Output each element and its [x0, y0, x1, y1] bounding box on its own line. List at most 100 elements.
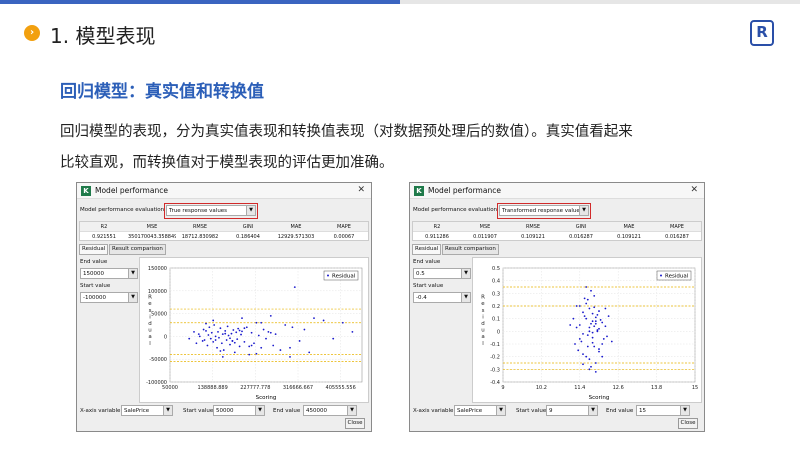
scatter-point	[341, 321, 344, 324]
bottom-start-text: 50000	[216, 408, 234, 414]
tab-residual[interactable]: Residual	[79, 244, 109, 255]
bottom-end-label: End value	[606, 408, 634, 414]
chevron-down-icon: ▼	[128, 293, 137, 302]
scatter-point	[591, 341, 594, 344]
bottom-start-combo[interactable]: 9 ▼	[546, 405, 598, 416]
scatter-point	[245, 326, 248, 329]
chevron-down-icon: ▼	[588, 406, 597, 415]
scatter-point	[255, 321, 258, 324]
x-axis-variable-combo[interactable]: SalePrice ▼	[454, 405, 506, 416]
x-tick-label: 9	[501, 385, 504, 391]
y-axis-label-letter: e	[481, 301, 485, 307]
y-axis-label-letter: R	[148, 295, 152, 301]
x-axis-variable-combo[interactable]: SalePrice ▼	[121, 405, 173, 416]
residual-plot: 0.5 0.4 0.3 0.2 0.1 0 -0.1 -0.2 -0.3 -0.4 9 10.2 11…	[472, 257, 702, 403]
end-value-combo[interactable]: 0.5 ▼	[413, 268, 471, 279]
metric-value: 0.011907	[473, 234, 497, 240]
scatter-point	[588, 358, 591, 361]
tab-result-comparison[interactable]: Result comparison	[109, 244, 166, 255]
scatter-point	[582, 332, 584, 335]
chevron-down-icon: ▼	[347, 406, 356, 415]
scatter-point	[209, 337, 212, 340]
y-tick-label: 150000	[148, 266, 167, 272]
residual-scatter-chart: 0.5 0.4 0.3 0.2 0.1 0 -0.1 -0.2 -0.3 -0.4 9 10.2 11…	[481, 266, 698, 401]
y-axis-label-letter: u	[148, 328, 152, 334]
scatter-point	[610, 340, 613, 343]
x-tick-label: 15	[692, 385, 698, 391]
scatter-point	[289, 346, 291, 349]
chevron-down-icon: ▼	[163, 406, 172, 415]
bottom-end-label: End value	[273, 408, 301, 414]
close-icon[interactable]: ✕	[690, 185, 698, 195]
scatter-point	[212, 319, 215, 322]
scatter-point	[569, 324, 572, 326]
scatter-point	[222, 349, 225, 351]
scatter-point	[606, 335, 608, 338]
end-value-combo[interactable]: 150000 ▼	[80, 268, 138, 279]
scatter-point	[284, 324, 287, 326]
y-axis-label-letter: i	[482, 314, 484, 320]
scatter-point	[241, 317, 243, 320]
scatter-point	[590, 365, 592, 368]
chevron-down-icon: ▼	[680, 406, 689, 415]
scatter-point	[594, 320, 597, 323]
start-value-combo[interactable]: -100000 ▼	[80, 292, 138, 303]
scatter-point	[188, 337, 191, 340]
x-tick-label: 138888.889	[198, 385, 228, 391]
y-axis-label-letter: s	[149, 308, 152, 314]
tab-result-comparison[interactable]: Result comparison	[442, 244, 499, 255]
x-axis-variable-text: SalePrice	[457, 408, 483, 414]
end-value-label: End value	[413, 259, 441, 265]
window-titlebar: K Model performance ✕	[77, 183, 371, 199]
metric-header: R2	[100, 224, 108, 230]
chevron-down-icon: ▼	[461, 269, 470, 278]
close-button[interactable]: Close	[678, 418, 698, 429]
scatter-point	[582, 311, 584, 314]
bottom-end-text: 15	[639, 408, 646, 414]
app-icon: K	[414, 186, 424, 196]
scatter-point	[586, 298, 589, 301]
tab-residual[interactable]: Residual	[412, 244, 442, 255]
bottom-end-combo[interactable]: 450000 ▼	[303, 405, 357, 416]
scatter-point	[212, 340, 215, 343]
scatter-point	[198, 335, 201, 338]
chevron-down-icon: ▼	[255, 406, 264, 415]
bottom-start-combo[interactable]: 50000 ▼	[213, 405, 265, 416]
x-tick-label: 13.8	[651, 385, 662, 391]
y-tick-label: 0.1	[492, 317, 500, 323]
metric-header: MAE	[623, 224, 635, 230]
highlight-box	[164, 203, 258, 219]
bottom-end-combo[interactable]: 15 ▼	[636, 405, 690, 416]
y-tick-label: -0.1	[490, 342, 500, 348]
scatter-point	[594, 322, 597, 325]
scatter-point	[585, 355, 588, 358]
close-icon[interactable]: ✕	[357, 185, 365, 195]
start-value-combo[interactable]: -0.4 ▼	[413, 292, 471, 303]
scatter-point	[601, 343, 604, 345]
bottom-end-text: 450000	[306, 408, 327, 414]
scatter-point	[203, 339, 206, 341]
scatter-point	[578, 338, 581, 340]
bottom-controls: X-axis variable SalePrice ▼ Start value …	[412, 405, 702, 417]
scatter-point	[262, 328, 265, 331]
close-button[interactable]: Close	[345, 418, 365, 429]
scatter-point	[578, 305, 581, 307]
scatter-point	[225, 339, 228, 341]
y-axis-label-letter: e	[148, 301, 152, 307]
highlight-box	[497, 203, 591, 219]
metric-header: MAPE	[337, 224, 351, 230]
end-value-text: 150000	[83, 271, 104, 277]
chevron-down-icon: ▼	[496, 406, 505, 415]
scatter-point	[227, 334, 230, 337]
y-tick-label: -0.2	[490, 355, 500, 361]
metric-header: RMSE	[525, 224, 541, 230]
range-panel: End value 150000 ▼ Start value -100000 ▼	[79, 257, 138, 401]
residual-scatter-chart: 150000100000500000-50000-100000 50000 138…	[146, 266, 363, 401]
scatter-point	[598, 350, 600, 353]
scatter-point	[601, 321, 604, 324]
scatter-point	[238, 329, 241, 332]
y-tick-label: -50000	[149, 357, 167, 363]
y-tick-label: 50000	[151, 312, 167, 318]
scatter-point	[207, 334, 210, 336]
y-axis-label-letter: d	[148, 321, 152, 327]
